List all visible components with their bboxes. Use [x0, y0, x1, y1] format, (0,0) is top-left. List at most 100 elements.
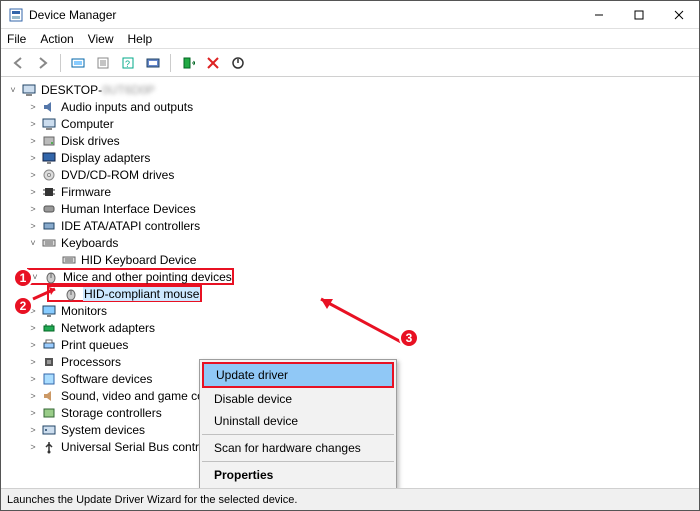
tree-node[interactable]: ˃Human Interface Devices: [5, 200, 699, 217]
scan-button[interactable]: [142, 52, 164, 74]
tree-node[interactable]: ˃Print queues: [5, 336, 699, 353]
status-text: Launches the Update Driver Wizard for th…: [7, 494, 297, 506]
expand-icon[interactable]: ˃: [27, 118, 39, 130]
tree-root[interactable]: ˅ DESKTOP-0UT6D0P: [5, 81, 699, 98]
device-manager-window: Device Manager File Action View Help ? ˅: [0, 0, 700, 511]
expand-icon[interactable]: ˃: [27, 169, 39, 181]
expand-icon[interactable]: ˃: [27, 356, 39, 368]
svg-text:?: ?: [125, 59, 130, 69]
pc-icon: [41, 116, 57, 132]
menubar: File Action View Help: [1, 29, 699, 49]
display-icon: [41, 150, 57, 166]
disable-button[interactable]: [227, 52, 249, 74]
window-title: Device Manager: [29, 8, 579, 22]
annotation-highlight: ˅Mice and other pointing devices: [27, 268, 234, 285]
tree-node[interactable]: ˃Audio inputs and outputs: [5, 98, 699, 115]
tree-node[interactable]: ˃ Network adapters: [5, 319, 699, 336]
menu-file[interactable]: File: [7, 32, 26, 46]
annotation-badge-3: 3: [399, 328, 419, 348]
collapse-icon[interactable]: ˅: [27, 237, 39, 249]
expand-icon[interactable]: ˃: [27, 407, 39, 419]
sound-icon: [41, 388, 57, 404]
expand-icon[interactable]: ˃: [27, 373, 39, 385]
expand-icon[interactable]: ˃: [27, 186, 39, 198]
annotation-badge-1: 1: [13, 268, 33, 288]
tree-node[interactable]: ˃IDE ATA/ATAPI controllers: [5, 217, 699, 234]
tree-node[interactable]: HID-compliant mouse: [5, 285, 699, 302]
expand-icon[interactable]: [47, 254, 59, 266]
toolbar-separator: [170, 54, 171, 72]
tree-node[interactable]: HID Keyboard Device: [5, 251, 699, 268]
forward-button[interactable]: [32, 52, 54, 74]
sys-icon: [41, 422, 57, 438]
tree-node[interactable]: ˃ Display adapters: [5, 149, 699, 166]
cm-uninstall-device[interactable]: Uninstall device: [202, 410, 394, 432]
tree-node[interactable]: ˃ DVD/CD-ROM drives: [5, 166, 699, 183]
context-menu-separator: [202, 461, 394, 462]
audio-icon: [41, 99, 57, 115]
tree-node[interactable]: ˃Computer: [5, 115, 699, 132]
tree-node-label: Firmware: [61, 185, 111, 199]
help-button[interactable]: ?: [117, 52, 139, 74]
tree-node[interactable]: ˅ Keyboards: [5, 234, 699, 251]
cm-update-driver[interactable]: Update driver: [204, 364, 392, 386]
tree-node-label: Network adapters: [61, 321, 155, 335]
tree-node[interactable]: ˃ Firmware: [5, 183, 699, 200]
minimize-button[interactable]: [579, 1, 619, 29]
update-driver-button[interactable]: [177, 52, 199, 74]
ide-icon: [41, 218, 57, 234]
show-hidden-button[interactable]: [67, 52, 89, 74]
menu-help[interactable]: Help: [128, 32, 153, 46]
tree-node[interactable]: ˃Monitors: [5, 302, 699, 319]
expand-icon[interactable]: [49, 288, 61, 300]
net-icon: [41, 320, 57, 336]
close-button[interactable]: [659, 1, 699, 29]
tree-node-label: Sound, video and game co: [61, 389, 204, 403]
uninstall-device-button[interactable]: [202, 52, 224, 74]
menu-action[interactable]: Action: [40, 32, 73, 46]
storage-icon: [41, 405, 57, 421]
usb-icon: [41, 439, 57, 455]
annotation-badge-2: 2: [13, 296, 33, 316]
expand-icon[interactable]: ˃: [27, 101, 39, 113]
tree-node[interactable]: ˅Mice and other pointing devices: [5, 268, 699, 285]
printer-icon: [41, 337, 57, 353]
disk-icon: [41, 133, 57, 149]
keyboard-icon: [41, 235, 57, 251]
tree-node-label: Disk drives: [61, 134, 120, 148]
expand-icon[interactable]: ˃: [27, 322, 39, 334]
expand-icon[interactable]: ˃: [27, 135, 39, 147]
toolbar-separator: [60, 54, 61, 72]
back-button[interactable]: [7, 52, 29, 74]
expand-icon[interactable]: ˃: [27, 339, 39, 351]
cm-scan-hardware[interactable]: Scan for hardware changes: [202, 437, 394, 459]
toolbar: ?: [1, 49, 699, 77]
tree-node-label: Mice and other pointing devices: [63, 270, 232, 284]
tree-node-label: Keyboards: [61, 236, 118, 250]
annotation-highlight: HID-compliant mouse: [47, 285, 202, 302]
tree-node-label: Software devices: [61, 372, 152, 386]
expand-icon[interactable]: ˃: [27, 424, 39, 436]
tree-node-label: System devices: [61, 423, 145, 437]
collapse-icon[interactable]: ˅: [7, 84, 19, 96]
tree-node-label: Display adapters: [61, 151, 150, 165]
cm-disable-device[interactable]: Disable device: [202, 388, 394, 410]
tree-node-label: DVD/CD-ROM drives: [61, 168, 174, 182]
context-menu: Update driver Disable device Uninstall d…: [199, 359, 397, 488]
expand-icon[interactable]: ˃: [27, 390, 39, 402]
tree-node[interactable]: ˃ Disk drives: [5, 132, 699, 149]
tree-node-label: HID-compliant mouse: [83, 287, 200, 301]
expand-icon[interactable]: ˃: [27, 203, 39, 215]
menu-view[interactable]: View: [88, 32, 114, 46]
cpu-icon: [41, 354, 57, 370]
tree-node-label: HID Keyboard Device: [81, 253, 196, 267]
mouse-icon: [43, 269, 59, 285]
tree-node-label: Storage controllers: [61, 406, 162, 420]
properties-button[interactable]: [92, 52, 114, 74]
device-tree[interactable]: ˅ DESKTOP-0UT6D0P ˃Audio inputs and outp…: [1, 77, 699, 488]
expand-icon[interactable]: ˃: [27, 441, 39, 453]
expand-icon[interactable]: ˃: [27, 152, 39, 164]
maximize-button[interactable]: [619, 1, 659, 29]
expand-icon[interactable]: ˃: [27, 220, 39, 232]
cm-properties[interactable]: Properties: [202, 464, 394, 486]
